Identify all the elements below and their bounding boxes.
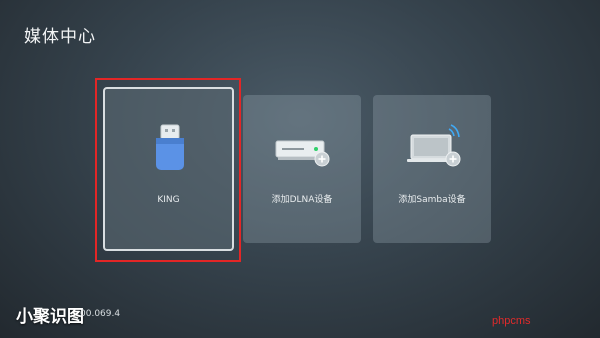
- dlna-card-label: 添加DLNA设备: [271, 195, 333, 205]
- usb-card-label: KING: [157, 195, 180, 205]
- usb-drive-icon: [156, 124, 184, 170]
- samba-add-icon: [407, 124, 461, 167]
- dlna-add-icon: [275, 140, 330, 167]
- brand-watermark: phpcms: [492, 315, 531, 327]
- usb-device-card-king[interactable]: KING: [103, 87, 234, 251]
- page-title: 媒体中心: [24, 27, 96, 47]
- watermark-text: 小聚识图: [16, 307, 84, 327]
- add-samba-device-card[interactable]: 添加Samba设备: [373, 95, 491, 243]
- version-number: 00.069.4: [80, 309, 121, 319]
- add-dlna-device-card[interactable]: 添加DLNA设备: [243, 95, 361, 243]
- samba-card-label: 添加Samba设备: [398, 195, 466, 205]
